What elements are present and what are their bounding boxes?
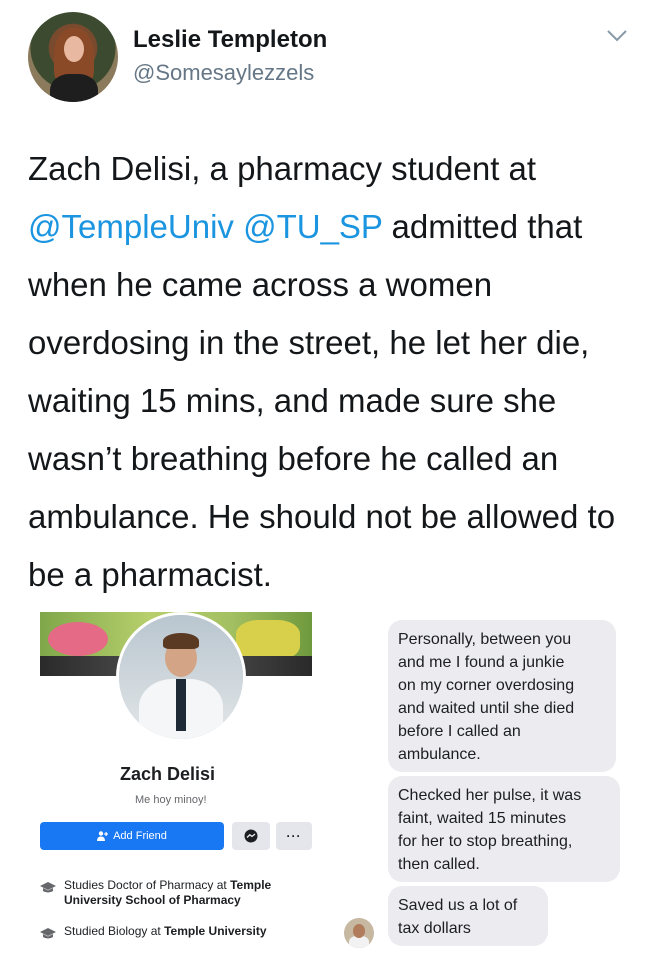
tweet-text: Zach Delisi, a pharmacy student at @Temp… (28, 140, 638, 604)
avatar-shirt (50, 74, 98, 102)
message-bubble: Checked her pulse, it was faint, waited … (388, 776, 620, 882)
graduation-cap-icon (40, 928, 56, 939)
education-row: Studies Doctor of Pharmacy at Temple Uni… (40, 878, 320, 908)
cover-cartoon-right (236, 620, 300, 660)
profile-bio: Me hoy minoy! (135, 794, 207, 806)
education-text: Studied Biology at Temple University (64, 924, 267, 940)
profile-picture-tie (176, 679, 186, 731)
more-options-button: ··· (276, 822, 312, 850)
education-text: Studies Doctor of Pharmacy at Temple Uni… (64, 878, 320, 908)
profile-picture (116, 612, 246, 742)
tweet-text-start: Zach Delisi, a pharmacy student at (28, 150, 537, 187)
author-name[interactable]: Leslie Templeton (133, 26, 327, 54)
profile-picture-hair (163, 633, 199, 649)
messenger-icon (244, 829, 258, 843)
add-friend-button: Add Friend (40, 822, 224, 850)
education-school: Temple University (164, 924, 267, 938)
add-friend-label: Add Friend (113, 830, 167, 842)
message-bubble: Personally, between you and me I found a… (388, 620, 616, 772)
education-prefix: Studied Biology at (64, 924, 165, 938)
tweet-text-space (234, 208, 243, 245)
education-row: Studied Biology at Temple University (40, 924, 320, 940)
mention-templeuniv[interactable]: @TempleUniv (28, 208, 234, 245)
chevron-down-icon[interactable] (606, 28, 628, 44)
profile-name: Zach Delisi (120, 764, 216, 784)
cover-cartoon-left (48, 622, 108, 656)
author-avatar[interactable] (28, 12, 118, 102)
sender-avatar (344, 918, 374, 948)
education-prefix: Studies Doctor of Pharmacy at (64, 878, 231, 892)
avatar-face (64, 36, 84, 62)
graduation-cap-icon (40, 882, 56, 893)
mention-tu-sp[interactable]: @TU_SP (243, 208, 382, 245)
message-button (232, 822, 270, 850)
sender-avatar-head (353, 924, 365, 938)
tweet-text-rest: admitted that when he came across a wome… (28, 208, 616, 593)
add-person-icon (97, 831, 109, 841)
message-bubble: Saved us a lot of tax dollars (388, 886, 548, 946)
author-handle[interactable]: @Somesaylezzels (133, 60, 314, 86)
